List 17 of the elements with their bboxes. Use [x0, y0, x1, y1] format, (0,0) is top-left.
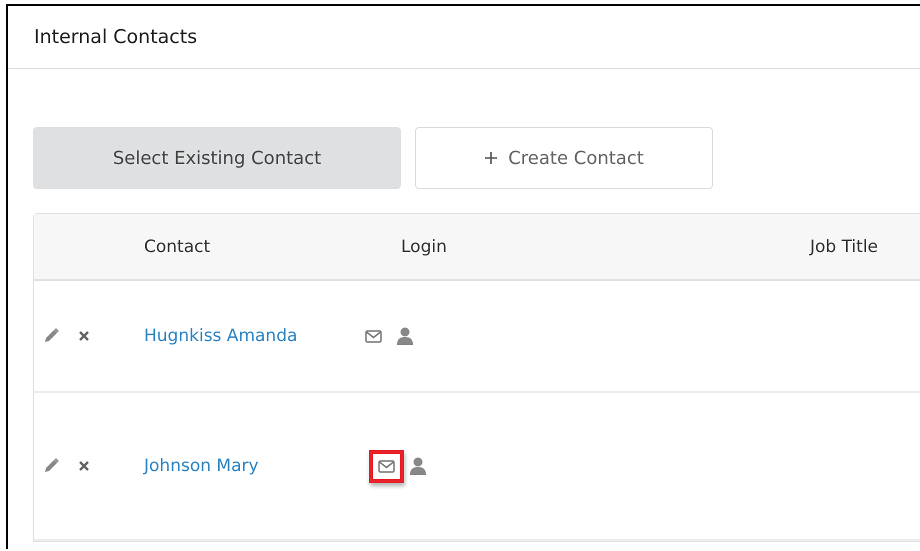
contact-link[interactable]: Johnson Mary [144, 456, 401, 476]
user-icon[interactable] [397, 327, 413, 345]
close-icon[interactable] [78, 330, 90, 342]
user-icon[interactable] [410, 457, 426, 475]
plus-icon [484, 151, 498, 165]
pencil-icon[interactable] [42, 327, 60, 345]
column-header: Job Title [810, 236, 879, 256]
column-header: Contact [144, 236, 212, 256]
close-icon[interactable] [78, 460, 90, 472]
panel-title: Internal Contacts [34, 26, 198, 48]
pencil-icon[interactable] [42, 457, 60, 475]
contact-link[interactable]: Hugnkiss Amanda [144, 326, 401, 346]
envelope-icon[interactable] [378, 460, 395, 472]
contact-mode-button[interactable]: Select Existing Contact [33, 127, 401, 189]
envelope-icon[interactable] [365, 330, 382, 342]
contact-mode-button[interactable]: Create Contact [415, 127, 713, 189]
column-header: Login [401, 236, 448, 256]
